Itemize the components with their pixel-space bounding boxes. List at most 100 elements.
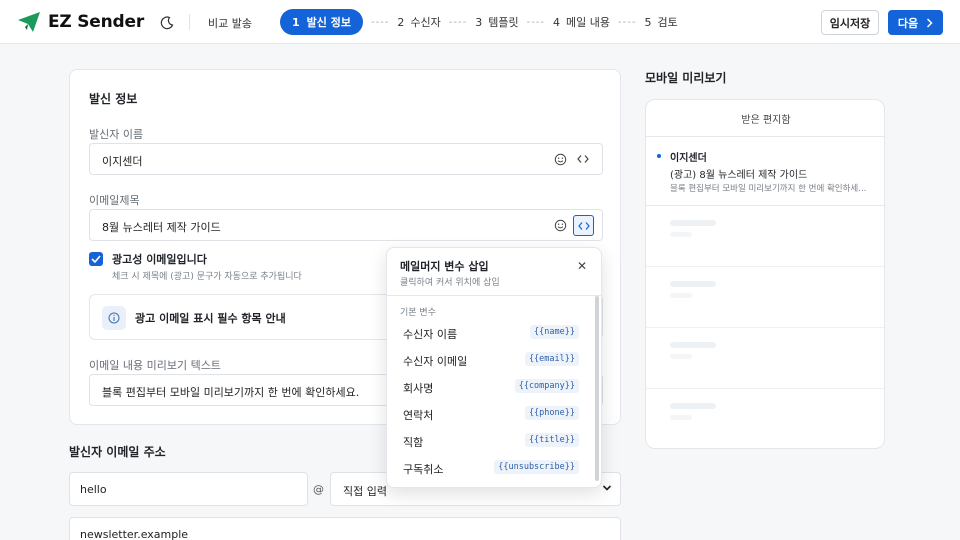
variable-item[interactable]: 직함 {{title}} [387,427,595,454]
variable-code: {{email}} [524,352,579,366]
variable-name: 구독취소 [403,463,444,476]
placeholder-line [670,281,716,287]
preview-text-value: 블록 편집부터 모바일 미리보기까지 한 번에 확인하세요. [102,386,360,399]
save-draft-button[interactable]: 임시저장 [821,10,879,35]
top-header: EZ Sender 비교 발송 1 발신 정보 ---- 2 수신자 ---- … [0,0,960,44]
emoji-icon[interactable] [551,150,569,168]
step-connector: ---- [370,16,390,28]
mail-subject: (광고) 8월 뉴스레터 제작 가이드 [670,170,808,181]
variable-name: 회사명 [403,382,434,395]
ad-email-label: 광고성 이메일입니다 [112,253,207,266]
placeholder-line [670,354,692,359]
chevron-down-icon [602,485,612,491]
variable-code: {{company}} [514,379,579,393]
step-5-number: 5 [644,15,652,29]
mail-sender: 이지센더 [670,153,707,164]
at-symbol: @ [313,483,324,496]
variable-item[interactable]: 수신자 이메일 {{email}} [387,346,595,373]
inbox-mail-item[interactable]: 이지센더 (광고) 8월 뉴스레터 제작 가이드 블록 편집부터 모바일 미리보… [646,137,884,206]
ad-email-hint: 체크 시 제목에 (광고) 문구가 자동으로 추가됩니다 [112,272,302,282]
sender-name-value: 이지센더 [102,155,143,168]
step-3[interactable]: 3 템플릿 [475,14,518,30]
mobile-preview-title: 모바일 미리보기 [645,71,727,85]
step-connector: ---- [618,16,637,28]
email-local-input[interactable]: hello [69,472,308,506]
step-progress: 1 발신 정보 ---- 2 수신자 ---- 3 템플릿 ---- 4 메일 … [280,9,678,35]
info-icon [102,306,126,330]
variable-item[interactable]: 연락처 {{phone}} [387,400,595,427]
theme-toggle-button[interactable] [158,14,176,32]
placeholder-mail [646,267,884,328]
step-3-number: 3 [475,15,483,29]
check-icon [91,255,101,263]
next-button[interactable]: 다음 [888,10,943,35]
step-2[interactable]: 2 수신자 [397,14,440,30]
placeholder-line [670,293,692,298]
ad-email-checkbox[interactable] [89,252,103,266]
popup-divider [387,295,601,296]
popup-scrollbar[interactable] [595,296,599,481]
compare-send-link[interactable]: 비교 발송 [208,15,252,31]
unread-dot [657,154,661,158]
variable-name: 수신자 이름 [403,328,458,341]
popup-title: 메일머지 변수 삽입 [400,260,489,273]
placeholder-mail [646,328,884,389]
step-2-label: 수신자 [410,16,441,29]
variable-code: {{title}} [524,433,579,447]
ad-notice-text: 광고 이메일 표시 필수 항목 안내 [135,312,286,325]
step-4-label: 메일 내용 [566,16,611,29]
variable-code: {{unsubscribe}} [494,460,579,474]
variable-code: {{phone}} [524,406,579,420]
step-4[interactable]: 4 메일 내용 [553,14,610,30]
brand-name: EZ Sender [48,12,145,32]
variable-item[interactable]: 구독취소 {{unsubscribe}} [387,454,595,481]
placeholder-line [670,232,692,237]
placeholder-line [670,342,716,348]
variable-item[interactable]: 수신자 이름 {{name}} [387,319,595,346]
sender-name-label: 발신자 이름 [89,128,144,141]
close-icon[interactable]: ✕ [577,259,587,273]
header-divider [189,14,190,30]
variable-insert-popup: 메일머지 변수 삽입 클릭하여 커서 위치에 삽입 ✕ 기본 변수 수신자 이름… [386,247,602,488]
step-1-label: 발신 정보 [306,16,351,29]
step-3-label: 템플릿 [488,16,519,29]
inbox-header: 받은 편지함 [646,100,884,137]
chevron-right-icon [927,17,933,28]
email-local-value: hello [80,483,107,496]
variable-name: 직함 [403,436,424,449]
sender-email-title: 발신자 이메일 주소 [69,445,166,459]
code-variable-icon[interactable] [573,215,594,236]
variable-name: 수신자 이메일 [403,355,468,368]
code-variable-icon[interactable] [574,150,592,168]
preview-text-label: 이메일 내용 미리보기 텍스트 [89,359,221,372]
next-button-label: 다음 [897,16,919,30]
step-5-label: 검토 [657,16,678,29]
subject-field[interactable]: 8월 뉴스레터 제작 가이드 [89,209,603,241]
custom-domain-input[interactable]: newsletter.example [69,517,621,540]
domain-select-value: 직접 입력 [343,485,387,498]
placeholder-line [670,220,716,226]
mail-preview: 블록 편집부터 모바일 미리보기까지 한 번에 확인하세... [670,184,867,194]
popup-subtitle: 클릭하여 커서 위치에 삽입 [400,278,500,288]
step-1-number: 1 [292,15,300,29]
sender-name-field[interactable]: 이지센더 [89,143,603,175]
logo[interactable]: EZ Sender [16,9,144,35]
variable-item[interactable]: 회사명 {{company}} [387,373,595,400]
step-4-number: 4 [553,15,561,29]
step-connector: ---- [526,16,546,28]
section-title: 발신 정보 [89,92,138,106]
placeholder-mail [646,206,884,267]
step-connector: ---- [448,16,468,28]
placeholder-mail [646,389,884,448]
placeholder-line [670,403,716,409]
variable-group-label: 기본 변수 [400,308,436,318]
step-1[interactable]: 1 발신 정보 [280,9,363,35]
emoji-icon[interactable] [551,216,569,234]
paper-plane-icon [18,12,40,32]
mobile-preview-frame: 받은 편지함 이지센더 (광고) 8월 뉴스레터 제작 가이드 블록 편집부터 … [645,99,885,449]
moon-icon [160,16,174,30]
placeholder-line [670,415,692,420]
step-2-number: 2 [397,15,405,29]
step-5[interactable]: 5 검토 [644,14,677,30]
variable-code: {{name}} [530,325,579,339]
